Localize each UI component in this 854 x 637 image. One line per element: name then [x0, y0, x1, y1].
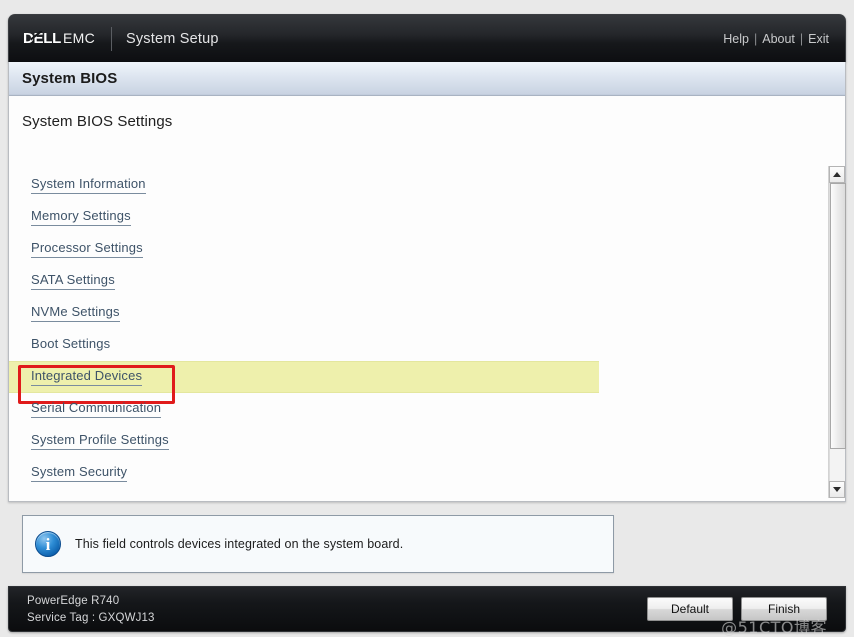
main-content-panel: System BIOS System BIOS Settings System … [8, 62, 846, 502]
dell-emc-logo: DELL EMC [23, 30, 95, 47]
chevron-up-icon [833, 172, 841, 177]
menu-item-system-security[interactable]: System Security [9, 457, 828, 489]
scrollbar-thumb[interactable] [830, 183, 846, 449]
menu-item-sata-settings[interactable]: SATA Settings [9, 265, 828, 297]
finish-button[interactable]: Finish [741, 597, 827, 621]
link-separator-2: | [799, 31, 804, 46]
info-icon: i [35, 531, 61, 557]
section-header-bar: System BIOS [9, 62, 845, 96]
help-info-box: i This field controls devices integrated… [22, 515, 614, 573]
page-title: System BIOS [22, 70, 118, 87]
menu-link-label[interactable]: Memory Settings [31, 208, 131, 226]
dell-slash-icon [31, 31, 42, 44]
menu-link-label[interactable]: System Security [31, 464, 128, 482]
link-separator-1: | [753, 31, 758, 46]
emc-wordmark: EMC [62, 30, 95, 46]
scrollbar-track[interactable] [829, 183, 846, 481]
menu-link-label[interactable]: Boot Settings [31, 337, 110, 353]
footer-bar: PowerEdge R740 Service Tag : GXQWJ13 Def… [8, 586, 846, 637]
chevron-down-icon [833, 487, 841, 492]
default-button[interactable]: Default [647, 597, 733, 621]
settings-menu-list: System Information Memory Settings Proce… [9, 166, 828, 489]
dell-wordmark: DELL [23, 30, 61, 47]
scroll-down-button[interactable] [829, 481, 845, 498]
system-info: PowerEdge R740 Service Tag : GXQWJ13 [27, 593, 155, 626]
menu-item-integrated-devices[interactable]: Integrated Devices [9, 361, 599, 404]
exit-link[interactable]: Exit [808, 32, 829, 46]
app-title: System Setup [125, 30, 219, 47]
system-model: PowerEdge R740 [27, 594, 120, 607]
menu-link-label[interactable]: NVMe Settings [31, 304, 120, 322]
page-subtitle: System BIOS Settings [22, 113, 173, 130]
service-tag: Service Tag : GXQWJ13 [27, 611, 155, 624]
menu-item-system-information[interactable]: System Information [9, 169, 828, 201]
brand-logo: DELL EMC [23, 15, 95, 62]
menu-link-label[interactable]: Integrated Devices [31, 368, 143, 386]
menu-item-boot-settings[interactable]: Boot Settings [9, 329, 828, 361]
menu-link-label[interactable]: Processor Settings [31, 240, 143, 258]
menu-link-label[interactable]: Serial Communication [31, 400, 162, 418]
menu-link-label[interactable]: SATA Settings [31, 272, 115, 290]
menu-link-label[interactable]: System Information [31, 176, 146, 194]
help-info-text: This field controls devices integrated o… [75, 537, 404, 551]
top-header-bar: DELL EMC System Setup Help | About | Exit [8, 14, 846, 62]
menu-item-serial-communication[interactable]: Serial Communication [9, 393, 828, 425]
help-link[interactable]: Help [723, 32, 749, 46]
menu-item-nvme-settings[interactable]: NVMe Settings [9, 297, 828, 329]
vertical-scrollbar[interactable] [828, 166, 846, 498]
menu-item-memory-settings[interactable]: Memory Settings [9, 201, 828, 233]
top-nav-links: Help | About | Exit [723, 32, 829, 46]
scroll-up-button[interactable] [829, 166, 845, 183]
about-link[interactable]: About [762, 32, 795, 46]
settings-list-region: System Information Memory Settings Proce… [9, 166, 846, 498]
settings-list-scroll-area: System Information Memory Settings Proce… [9, 166, 828, 498]
brand-divider [110, 26, 112, 51]
menu-link-label[interactable]: System Profile Settings [31, 432, 169, 450]
footer-button-group: Default Finish @51CTO博客 [647, 597, 827, 637]
menu-item-processor-settings[interactable]: Processor Settings [9, 233, 828, 265]
menu-item-system-profile-settings[interactable]: System Profile Settings [9, 425, 828, 457]
